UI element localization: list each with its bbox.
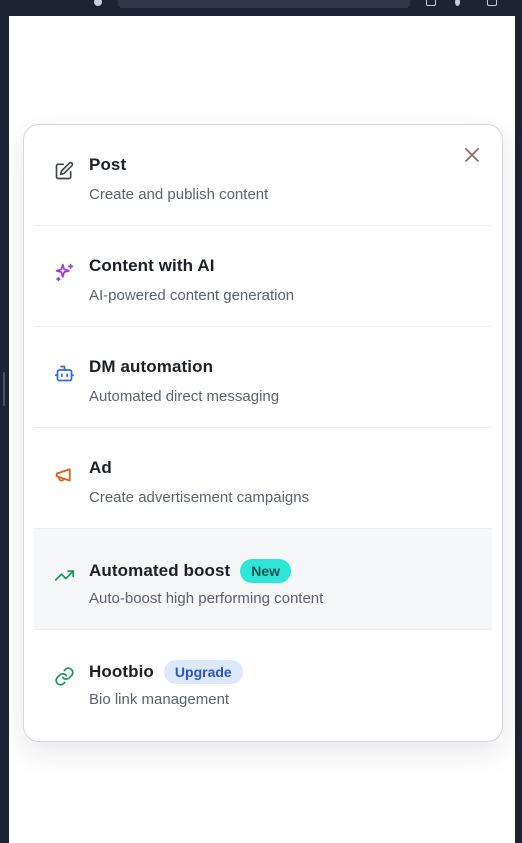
window-icon[interactable] xyxy=(487,0,497,6)
address-bar[interactable] xyxy=(118,0,410,8)
info-icon[interactable] xyxy=(94,0,102,6)
extension-icon[interactable] xyxy=(426,0,436,6)
menu-item-content-with-ai[interactable]: Content with AI AI-powered content gener… xyxy=(34,226,492,327)
menu-item-description: Create and publish content xyxy=(89,186,269,203)
menu-item-hootbio[interactable]: Hootbio Upgrade Bio link management xyxy=(34,630,492,731)
menu-item-automated-boost[interactable]: Automated boost New Auto-boost high perf… xyxy=(34,529,492,630)
menu-item-ad[interactable]: Ad Create advertisement campaigns xyxy=(34,428,492,529)
link-icon xyxy=(53,665,75,687)
menu-item-title: Automated boost xyxy=(89,561,231,580)
create-menu-panel: Post Create and publish content Content … xyxy=(23,124,503,742)
menu-item-title: Content with AI xyxy=(89,256,215,275)
upgrade-badge[interactable]: Upgrade xyxy=(163,660,243,684)
megaphone-icon xyxy=(53,463,75,485)
new-badge: New xyxy=(240,559,292,583)
menu-item-post[interactable]: Post Create and publish content xyxy=(34,125,492,226)
menu-item-title: Hootbio xyxy=(89,662,154,681)
menu-item-description: Create advertisement campaigns xyxy=(89,489,310,506)
menu-item-title: Ad xyxy=(89,458,112,477)
menu-item-description: Automated direct messaging xyxy=(89,388,280,405)
menu-item-description: Bio link management xyxy=(89,691,230,708)
edit-icon xyxy=(53,160,75,182)
menu-item-title: DM automation xyxy=(89,357,214,376)
menu-item-dm-automation[interactable]: DM automation Automated direct messaging xyxy=(34,327,492,428)
more-icon[interactable] xyxy=(455,0,460,6)
sparkles-icon xyxy=(53,261,75,283)
browser-top-bar xyxy=(0,0,522,16)
trending-up-icon xyxy=(53,564,75,586)
menu-item-title: Post xyxy=(89,155,127,174)
menu-item-description: Auto-boost high performing content xyxy=(89,590,324,607)
resize-handle[interactable] xyxy=(3,372,5,406)
menu-item-description: AI-powered content generation xyxy=(89,287,295,304)
bot-icon xyxy=(53,362,75,384)
